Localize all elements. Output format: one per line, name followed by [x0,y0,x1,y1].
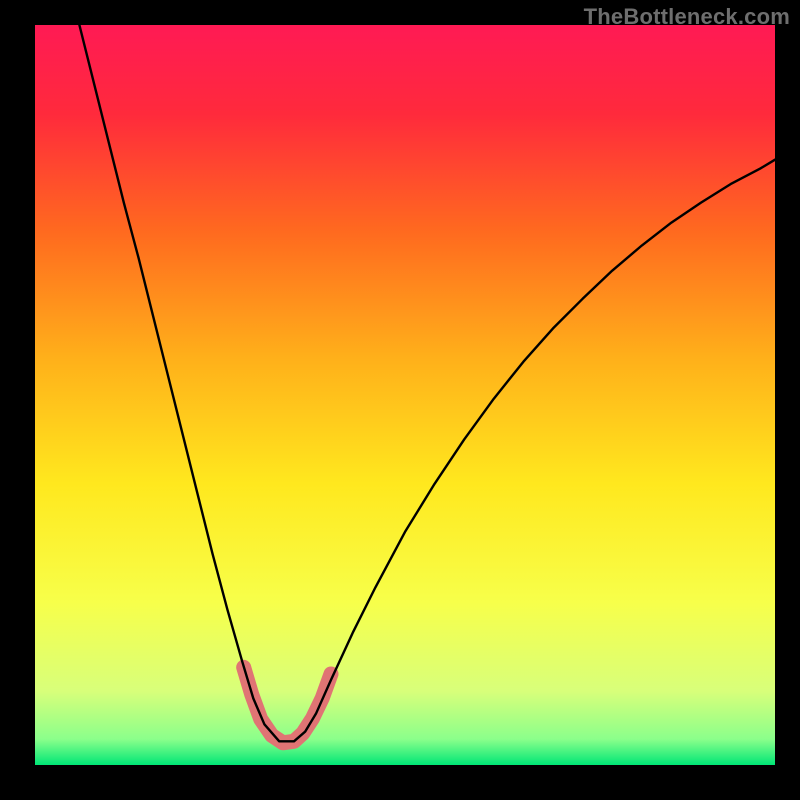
plot-background [35,25,775,765]
chart-container: TheBottleneck.com [0,0,800,800]
watermark-text: TheBottleneck.com [584,4,790,30]
bottleneck-chart [0,0,800,800]
